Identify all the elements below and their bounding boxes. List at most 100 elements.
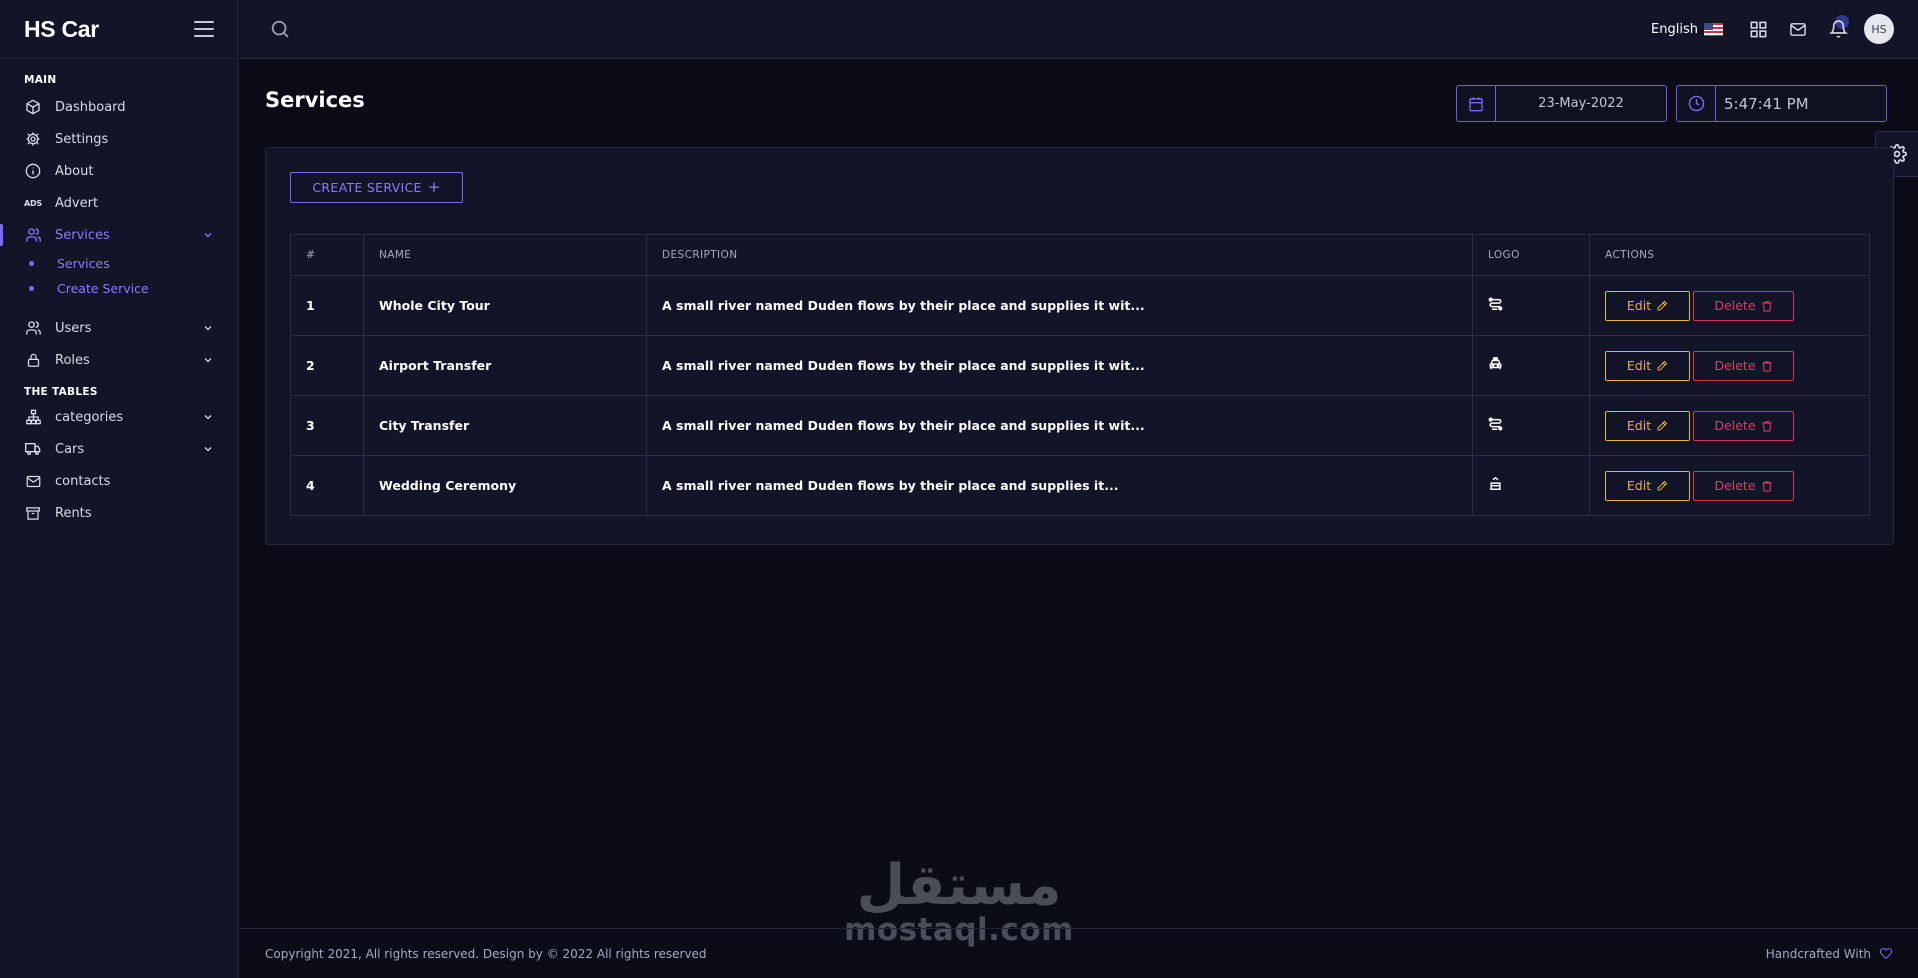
mail-icon: [24, 472, 42, 490]
service-description: A small river named Duden flows by their…: [646, 455, 1473, 516]
sidebar-item-rents[interactable]: Rents: [0, 497, 238, 529]
sidebar-item-settings[interactable]: Settings: [0, 123, 238, 155]
sidebar-item-label: Roles: [55, 352, 90, 368]
sidebar-nav-tables: categories Cars contacts Rents: [0, 401, 238, 529]
sidebar-item-users[interactable]: Users: [0, 312, 238, 344]
row-actions: Edit Delete: [1589, 455, 1870, 516]
taxi-icon: [1489, 357, 1502, 370]
table-row: 2 Airport Transfer A small river named D…: [290, 335, 1870, 396]
language-label: English: [1651, 21, 1698, 37]
brand-row: HS Car: [0, 0, 238, 59]
page-title: Services: [265, 88, 365, 112]
section-label-main: MAIN: [24, 74, 57, 86]
column-header: LOGO: [1472, 234, 1590, 276]
edit-button[interactable]: Edit: [1605, 290, 1690, 321]
chevron-down-icon: [204, 415, 212, 420]
sidebar-item-label: Users: [55, 320, 92, 336]
bell-icon[interactable]: [1818, 9, 1858, 49]
sidebar-item-label: About: [55, 163, 94, 179]
sidebar-item-advert[interactable]: ADS Advert: [0, 187, 238, 219]
column-header: DESCRIPTION: [646, 234, 1473, 276]
service-logo: [1472, 335, 1590, 396]
table-row: 3 City Transfer A small river named Dude…: [290, 395, 1870, 456]
copyright-text: Copyright 2021, All rights reserved. Des…: [265, 946, 707, 961]
sidebar-subitem-create-service[interactable]: Create Service: [0, 276, 238, 301]
chevron-down-icon: [204, 233, 212, 238]
chevron-down-icon: [204, 358, 212, 363]
delete-button[interactable]: Delete: [1693, 290, 1794, 321]
sidebar-item-contacts[interactable]: contacts: [0, 465, 238, 497]
cube-icon: [24, 98, 42, 116]
service-name: Wedding Ceremony: [363, 455, 647, 516]
sidebar-subitem-label: Services: [57, 256, 110, 271]
avatar[interactable]: HS: [1864, 14, 1894, 44]
sidebar-subitem-label: Create Service: [57, 281, 149, 296]
table-row: 1 Whole City Tour A small river named Du…: [290, 275, 1870, 336]
delete-button[interactable]: Delete: [1693, 350, 1794, 381]
sidebar-item-cars[interactable]: Cars: [0, 433, 238, 465]
sidebar-nav-main: Dashboard Settings About ADS Advert Serv…: [0, 91, 238, 376]
edit-button[interactable]: Edit: [1605, 350, 1690, 381]
route-icon: [1488, 417, 1503, 431]
bullet-dot: [29, 261, 34, 266]
sidebar-item-label: Advert: [55, 195, 99, 211]
clock-icon: [1677, 86, 1716, 121]
language-selector[interactable]: English: [1651, 22, 1723, 37]
row-number: 4: [290, 455, 364, 516]
services-table: # NAME DESCRIPTION LOGO ACTIONS 1 Whole …: [290, 234, 1870, 516]
table-header-row: # NAME DESCRIPTION LOGO ACTIONS: [290, 234, 1870, 276]
service-logo: [1472, 395, 1590, 456]
mail-icon[interactable]: [1778, 9, 1818, 49]
chevron-down-icon: [204, 447, 212, 452]
delete-button[interactable]: Delete: [1693, 470, 1794, 501]
lock-icon: [24, 351, 42, 369]
service-description: A small river named Duden flows by their…: [646, 335, 1473, 396]
time-value: 5:47:41 PM: [1724, 94, 1809, 113]
pencil-icon: [1657, 480, 1668, 490]
apps-grid-icon[interactable]: [1738, 9, 1778, 49]
heart-icon: [1879, 948, 1893, 960]
sidebar-item-roles[interactable]: Roles: [0, 344, 238, 376]
sidebar-item-categories[interactable]: categories: [0, 401, 238, 433]
time-display[interactable]: 5:47:41 PM: [1676, 85, 1887, 122]
delete-button[interactable]: Delete: [1693, 410, 1794, 441]
sidebar: HS Car MAIN Dashboard Settings About ADS…: [0, 0, 239, 978]
service-name: Airport Transfer: [363, 335, 647, 396]
sitemap-icon: [24, 408, 42, 426]
handcrafted-note: Handcrafted With: [1766, 947, 1893, 961]
brand-logo[interactable]: HS Car: [24, 16, 99, 43]
service-description: A small river named Duden flows by their…: [646, 275, 1473, 336]
row-number: 1: [290, 275, 364, 336]
main-content: Services 23-May-2022 5:47:41 PM CREATE S…: [240, 60, 1918, 978]
calendar-icon: [1457, 86, 1496, 121]
service-logo: [1472, 275, 1590, 336]
sidebar-item-label: Cars: [55, 441, 85, 457]
create-service-button[interactable]: CREATE SERVICE +: [290, 172, 463, 203]
archive-icon: [24, 504, 42, 522]
service-name: City Transfer: [363, 395, 647, 456]
sidebar-item-label: categories: [55, 409, 124, 425]
sidebar-item-services[interactable]: Services: [0, 219, 238, 251]
sidebar-item-about[interactable]: About: [0, 155, 238, 187]
trash-icon: [1762, 361, 1772, 371]
edit-button[interactable]: Edit: [1605, 410, 1690, 441]
column-header: ACTIONS: [1589, 234, 1870, 276]
truck-icon: [24, 440, 42, 458]
section-label-tables: THE TABLES: [24, 386, 98, 398]
sidebar-item-label: Services: [55, 227, 110, 243]
user-icon: [24, 319, 42, 337]
cake-icon: [1490, 477, 1501, 490]
topbar: English HS: [240, 0, 1918, 59]
row-actions: Edit Delete: [1589, 395, 1870, 456]
sidebar-item-dashboard[interactable]: Dashboard: [0, 91, 238, 123]
ads-icon: ADS: [24, 198, 42, 208]
route-icon: [1488, 297, 1503, 311]
date-picker[interactable]: 23-May-2022: [1456, 85, 1667, 122]
row-actions: Edit Delete: [1589, 335, 1870, 396]
pencil-icon: [1657, 420, 1668, 430]
search-icon[interactable]: [269, 18, 291, 40]
sidebar-subitem-services[interactable]: Services: [0, 251, 238, 276]
edit-button[interactable]: Edit: [1605, 470, 1690, 501]
sidebar-item-label: Settings: [55, 131, 109, 147]
hamburger-menu-icon[interactable]: [194, 21, 214, 37]
